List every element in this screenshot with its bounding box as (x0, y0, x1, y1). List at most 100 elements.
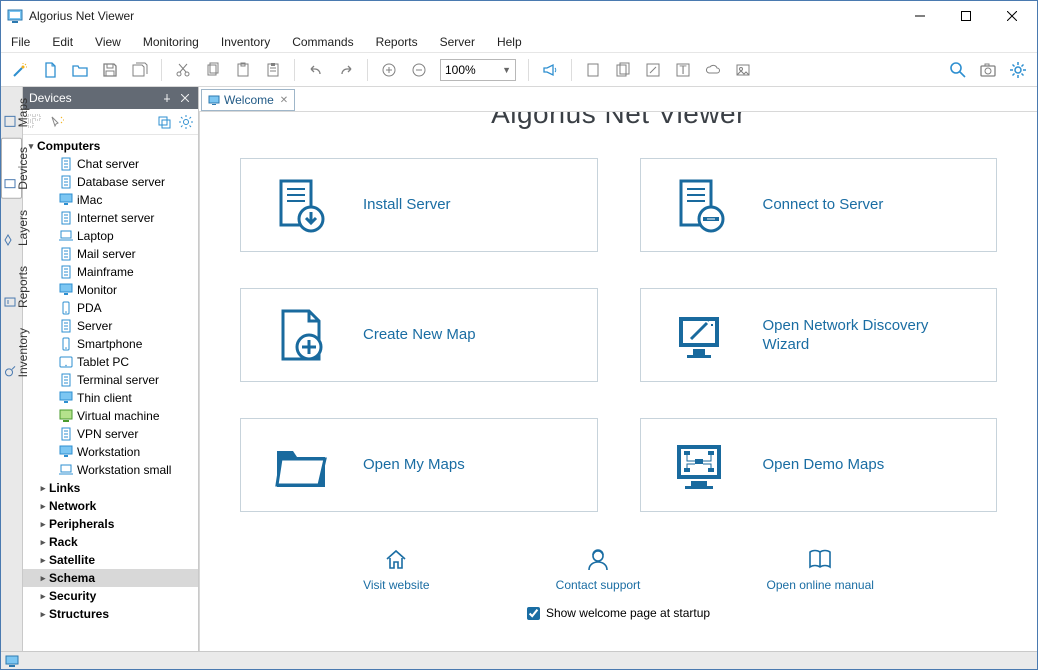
maximize-button[interactable] (943, 1, 989, 31)
menubar: File Edit View Monitoring Inventory Comm… (1, 31, 1037, 53)
connect-server-icon (669, 173, 733, 237)
tree-item[interactable]: Mail server (23, 245, 198, 263)
tree-cat[interactable]: ▸Satellite (23, 551, 198, 569)
zoom-in-button[interactable] (376, 57, 402, 83)
tree-item[interactable]: Thin client (23, 389, 198, 407)
card-open-my-maps[interactable]: Open My Maps (240, 418, 598, 512)
copy-button[interactable] (200, 57, 226, 83)
page-button[interactable] (580, 57, 606, 83)
device-tree[interactable]: ▾ComputersChat serverDatabase serveriMac… (23, 135, 198, 651)
cloud-button[interactable] (700, 57, 726, 83)
link-online-manual[interactable]: Open online manual (767, 546, 874, 592)
duplicate-icon[interactable] (156, 114, 172, 130)
link-visit-website[interactable]: Visit website (363, 546, 429, 592)
tree-cat[interactable]: ▸Network (23, 497, 198, 515)
menu-edit[interactable]: Edit (48, 33, 77, 51)
camera-button[interactable] (975, 57, 1001, 83)
tree-cat[interactable]: ▸Security (23, 587, 198, 605)
sidetab-devices[interactable]: Devices (1, 138, 22, 199)
pin-icon[interactable] (160, 91, 174, 105)
pages-button[interactable] (610, 57, 636, 83)
undo-button[interactable] (303, 57, 329, 83)
tree-cat[interactable]: ▸Rack (23, 533, 198, 551)
menu-inventory[interactable]: Inventory (217, 33, 274, 51)
card-open-demo-maps[interactable]: Open Demo Maps (640, 418, 998, 512)
device-icon (57, 282, 75, 298)
new-button[interactable] (37, 57, 63, 83)
save-button[interactable] (97, 57, 123, 83)
tab-welcome[interactable]: Welcome ✕ (201, 89, 295, 111)
minimize-button[interactable] (897, 1, 943, 31)
tree-item[interactable]: Internet server (23, 209, 198, 227)
tab-close-icon[interactable]: ✕ (280, 95, 288, 106)
card-discovery-wizard[interactable]: Open Network Discovery Wizard (640, 288, 998, 382)
panel-gear-icon[interactable] (178, 114, 194, 130)
menu-help[interactable]: Help (493, 33, 526, 51)
card-text: Connect to Server (763, 195, 884, 215)
tree-cat[interactable]: ▸Links (23, 479, 198, 497)
announce-button[interactable] (537, 57, 563, 83)
paste-button[interactable] (230, 57, 256, 83)
card-install-server[interactable]: Install Server (240, 158, 598, 252)
search-button[interactable] (945, 57, 971, 83)
online-manual-icon (806, 546, 834, 574)
card-create-map[interactable]: Create New Map (240, 288, 598, 382)
sidetab-reports[interactable]: Reports (1, 257, 22, 317)
menu-view[interactable]: View (91, 33, 125, 51)
tree-item[interactable]: Chat server (23, 155, 198, 173)
cursor-sparkle-icon[interactable] (49, 114, 65, 130)
tree-item[interactable]: Laptop (23, 227, 198, 245)
zoom-value: 100% (445, 63, 476, 77)
wand-button[interactable] (7, 57, 33, 83)
settings-button[interactable] (1005, 57, 1031, 83)
tree-item[interactable]: Database server (23, 173, 198, 191)
save-all-button[interactable] (127, 57, 153, 83)
menu-monitoring[interactable]: Monitoring (139, 33, 203, 51)
sidetab-maps[interactable]: Maps (1, 89, 22, 136)
tree-item[interactable]: Monitor (23, 281, 198, 299)
card-text: Create New Map (363, 325, 476, 345)
tree-item[interactable]: Workstation (23, 443, 198, 461)
tree-item[interactable]: Workstation small (23, 461, 198, 479)
close-panel-icon[interactable] (178, 91, 192, 105)
sidetab-inventory[interactable]: Inventory (1, 319, 22, 386)
menu-commands[interactable]: Commands (288, 33, 357, 51)
card-connect-server[interactable]: Connect to Server (640, 158, 998, 252)
tree-cat[interactable]: ▸Structures (23, 605, 198, 623)
redo-button[interactable] (333, 57, 359, 83)
visit-website-icon (382, 546, 410, 574)
tree-item[interactable]: Server (23, 317, 198, 335)
discovery-wizard-icon (669, 303, 733, 367)
text-button[interactable]: T (670, 57, 696, 83)
tree-cat[interactable]: ▸Schema (23, 569, 198, 587)
device-icon (57, 390, 75, 406)
edit-button[interactable] (640, 57, 666, 83)
tree-item[interactable]: PDA (23, 299, 198, 317)
startup-checkbox[interactable] (527, 607, 540, 620)
tree-cat-computers[interactable]: ▾Computers (23, 137, 198, 155)
device-icon (57, 318, 75, 334)
clipboard-button[interactable] (260, 57, 286, 83)
open-button[interactable] (67, 57, 93, 83)
tree-item[interactable]: VPN server (23, 425, 198, 443)
tree-item[interactable]: Mainframe (23, 263, 198, 281)
device-icon (57, 174, 75, 190)
link-contact-support[interactable]: Contact support (556, 546, 641, 592)
zoom-combo[interactable]: 100%▼ (440, 59, 516, 81)
tree-item[interactable]: iMac (23, 191, 198, 209)
menu-reports[interactable]: Reports (372, 33, 422, 51)
tree-item[interactable]: Tablet PC (23, 353, 198, 371)
sidetab-layers[interactable]: Layers (1, 201, 22, 255)
zoom-out-button[interactable] (406, 57, 432, 83)
tree-item[interactable]: Smartphone (23, 335, 198, 353)
menu-file[interactable]: File (7, 33, 34, 51)
tree-item[interactable]: Virtual machine (23, 407, 198, 425)
device-icon (57, 210, 75, 226)
cut-button[interactable] (170, 57, 196, 83)
close-button[interactable] (989, 1, 1035, 31)
image-button[interactable] (730, 57, 756, 83)
tree-item[interactable]: Terminal server (23, 371, 198, 389)
startup-label[interactable]: Show welcome page at startup (546, 606, 710, 620)
menu-server[interactable]: Server (436, 33, 479, 51)
tree-cat[interactable]: ▸Peripherals (23, 515, 198, 533)
